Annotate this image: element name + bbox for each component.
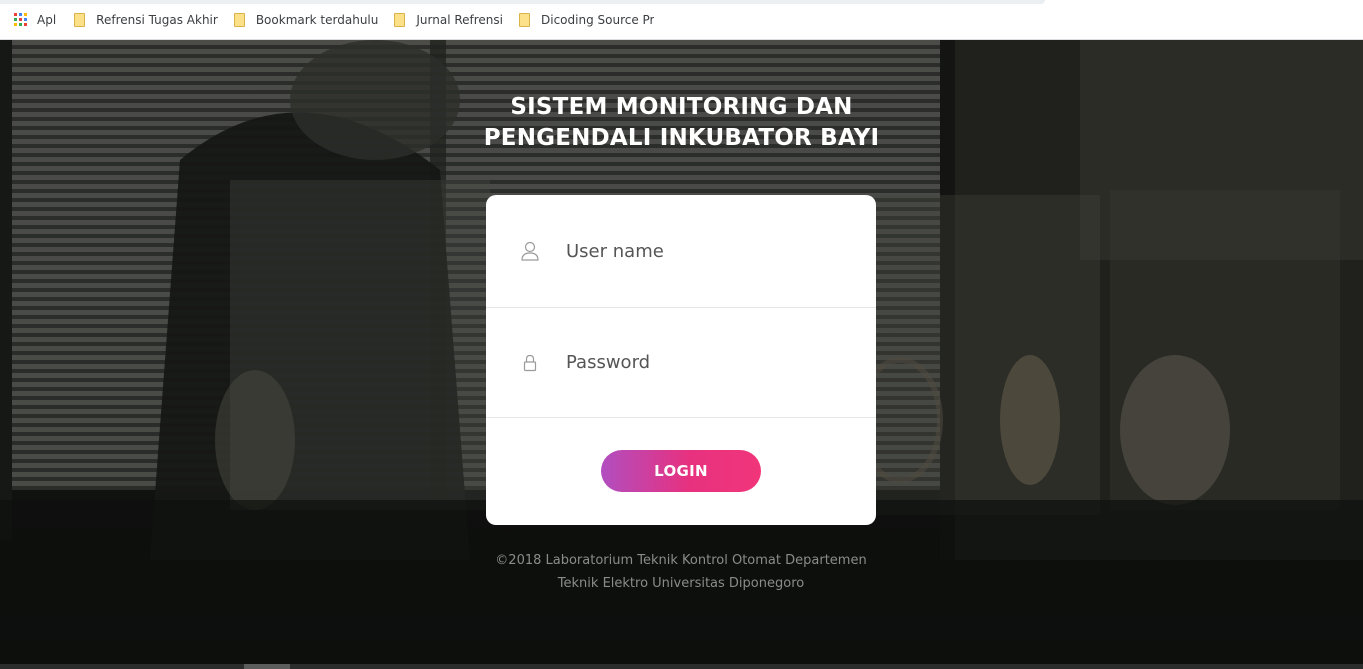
folder-icon	[233, 13, 245, 27]
bookmark-dicoding-source-projects[interactable]: Dicoding Source Projects	[517, 6, 660, 34]
bookmark-apps-label: Apl	[37, 13, 57, 27]
bookmarks-list: Apl Refrensi Tugas Akhir Bookmark terdah…	[0, 0, 668, 40]
footer-copyright: ©2018 Laboratorium Teknik Kontrol Otomat…	[431, 549, 931, 595]
login-button[interactable]: LOGIN	[601, 450, 761, 492]
user-icon	[520, 241, 540, 261]
folder-icon	[519, 13, 530, 27]
username-input[interactable]	[566, 231, 846, 271]
scrollbar-thumb[interactable]	[244, 664, 290, 669]
username-field	[486, 195, 876, 308]
lock-icon	[520, 353, 540, 373]
password-input[interactable]	[566, 342, 846, 383]
folder-icon	[394, 13, 406, 27]
horizontal-scrollbar[interactable]	[0, 664, 1363, 669]
footer-line1: ©2018 Laboratorium Teknik Kontrol Otomat…	[495, 553, 867, 568]
page-background: SISTEM MONITORING DAN PENGENDALI INKUBAT…	[0, 40, 1363, 669]
bookmarks-bar: Apl Refrensi Tugas Akhir Bookmark terdah…	[0, 0, 1363, 40]
page-title-line2: PENGENDALI INKUBATOR BAYI	[483, 125, 880, 151]
login-form: LOGIN	[486, 195, 876, 525]
page-title-line1: SISTEM MONITORING DAN	[510, 94, 853, 120]
footer-line2: Teknik Elektro Universitas Diponegoro	[557, 576, 805, 591]
bookmark-label: Refrensi Tugas Akhir	[96, 13, 218, 27]
bookmark-label: Jurnal Refrensi	[416, 13, 503, 27]
page-title: SISTEM MONITORING DAN PENGENDALI INKUBAT…	[430, 92, 933, 154]
bookmark-refrensi-tugas-akhir[interactable]: Refrensi Tugas Akhir	[72, 6, 224, 34]
bookmark-jurnal-refrensi[interactable]: Jurnal Refrensi	[392, 6, 509, 34]
apps-grid-icon	[14, 13, 28, 27]
password-field	[486, 308, 876, 418]
bookmark-label: Bookmark terdahulu	[255, 13, 379, 27]
bookmark-bookmark-terdahulu[interactable]: Bookmark terdahulu	[232, 6, 385, 34]
bookmark-label: Dicoding Source Projects	[541, 13, 654, 27]
folder-icon	[74, 13, 86, 27]
bookmark-apps[interactable]: Apl	[12, 6, 62, 34]
